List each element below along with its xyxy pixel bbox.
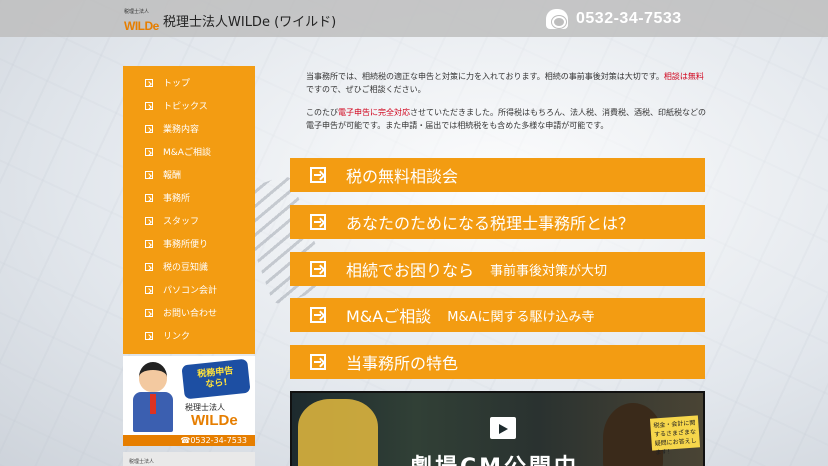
sidebar-item-label: トピックス [163,102,208,112]
site-logo[interactable]: 税理士法人 WILDe [124,9,160,33]
cta-title: M&Aご相談 [346,307,432,326]
sidebar-item-label: 事務所 [163,194,191,204]
cta-features-button[interactable]: 当事務所の特色 [290,345,705,379]
intro-p1-text: 当事務所では、相続税の適正な申告と対策に力を入れております。相続の事前事後対策は… [306,72,664,81]
second-banner-text: 税理士法人 [129,459,155,465]
sidebar-item-services[interactable]: 業務内容 [123,117,255,140]
speech-bubble: 税務申告 なら! [181,358,251,400]
arrow-right-icon [145,216,153,225]
arrow-right-icon [145,101,153,110]
sidebar-item-staff[interactable]: スタッフ [123,209,255,232]
arrow-right-icon [145,170,153,179]
cta-inheritance-button[interactable]: 相続でお困りなら 事前事後対策が大切 [290,252,705,286]
sidebar-item-label: スタッフ [163,217,200,227]
sidebar-menu: トップ トピックス 業務内容 M&Aご相談 報酬 事務所 スタッフ 事務所便り … [123,66,255,354]
sidebar-item-label: リンク [163,332,191,342]
mascot-illustration [129,362,177,434]
sidebar-item-label: 税の豆知識 [163,263,209,273]
intro-paragraph-1: 当事務所では、相続税の適正な申告と対策に力を入れております。相続の事前事後対策は… [306,70,706,96]
sidebar-item-tax-tips[interactable]: 税の豆知識 [123,255,255,278]
telephone-icon [546,9,568,29]
cta-subtitle: 事前事後対策が大切 [490,263,608,279]
sidebar-item-pc-accounting[interactable]: パソコン会計 [123,278,255,301]
speech-line-2: なら! [204,377,229,391]
banner-logo: WILDe [191,412,238,429]
cta-about-firm-button[interactable]: あなたのためになる税理士事務所とは？ [290,205,705,239]
banner-phone: ☎0532-34-7533 [123,435,255,446]
cm-video-banner[interactable]: 税金・会計に関するさまざまな疑問にお答えします！ 劇場CM公開中 [290,391,705,466]
sidebar-second-banner[interactable]: 税理士法人 [123,452,255,466]
video-badge: 税金・会計に関するさまざまな疑問にお答えします！ [649,415,701,456]
sidebar-item-label: M&Aご相談 [163,148,211,158]
arrow-right-icon [145,78,153,87]
site-header: 税理士法人 WILDe 税理士法人WILDe (ワイルド) 0532-34-75… [0,0,828,37]
sidebar-item-label: 業務内容 [163,125,200,135]
logo-wordmark: WILDe [124,19,159,33]
arrow-right-icon [310,307,326,323]
arrow-right-icon [145,147,153,156]
arrow-right-icon [310,261,326,277]
cta-title: 税の無料相談会 [346,167,459,186]
cta-free-consultation-button[interactable]: 税の無料相談会 [290,158,705,192]
arrow-right-icon [310,214,326,230]
sidebar-item-office[interactable]: 事務所 [123,186,255,209]
arrow-right-icon [310,167,326,183]
sidebar-mascot-banner[interactable]: 税務申告 なら! 税理士法人 WILDe ☎0532-34-7533 [123,356,255,446]
sidebar-item-label: お問い合わせ [163,309,218,319]
cta-subtitle: M&Aに関する駆け込み寺 [447,309,595,325]
sidebar-item-ma[interactable]: M&Aご相談 [123,140,255,163]
cta-title: あなたのためになる税理士事務所とは？ [346,214,635,233]
cta-ma-button[interactable]: M&Aご相談 M&Aに関する駆け込み寺 [290,298,705,332]
arrow-right-icon [310,354,326,370]
sidebar-item-label: トップ [163,79,191,89]
arrow-right-icon [145,193,153,202]
intro-p2-highlight: 電子申告に完全対応 [338,108,410,117]
sidebar-item-label: パソコン会計 [163,286,218,296]
site-title[interactable]: 税理士法人WILDe (ワイルド) [163,11,336,30]
arrow-right-icon [145,308,153,317]
arrow-right-icon [145,124,153,133]
intro-p2-head: このたび [306,108,338,117]
arrow-right-icon [145,285,153,294]
video-character-left [298,399,378,466]
sidebar-item-label: 事務所便り [163,240,209,250]
sidebar-item-top[interactable]: トップ [123,71,255,94]
intro-paragraph-2: このたび電子申告に完全対応させていただきました。所得税はもちろん、法人税、消費税… [306,106,706,132]
sidebar-item-fees[interactable]: 報酬 [123,163,255,186]
logo-small-text: 税理士法人 [124,9,150,15]
header-phone[interactable]: 0532-34-7533 [546,7,682,31]
sidebar-item-links[interactable]: リンク [123,324,255,347]
intro-p1-tail: ですので、ぜひご相談ください。 [306,85,426,94]
sidebar-item-contact[interactable]: お問い合わせ [123,301,255,324]
video-play-icon[interactable] [490,417,516,439]
arrow-right-icon [145,262,153,271]
intro-p1-highlight: 相談は無料 [663,72,704,81]
sidebar-item-newsletter[interactable]: 事務所便り [123,232,255,255]
sidebar-item-topics[interactable]: トピックス [123,94,255,117]
sidebar-item-label: 報酬 [163,171,182,181]
cta-title: 相続でお困りなら [346,261,475,280]
intro-text: 当事務所では、相続税の適正な申告と対策に力を入れております。相続の事前事後対策は… [306,70,706,142]
arrow-right-icon [145,239,153,248]
video-title: 劇場CM公開中 [410,449,579,466]
phone-number: 0532-34-7533 [576,10,682,27]
cta-title: 当事務所の特色 [346,354,459,373]
arrow-right-icon [145,331,153,340]
